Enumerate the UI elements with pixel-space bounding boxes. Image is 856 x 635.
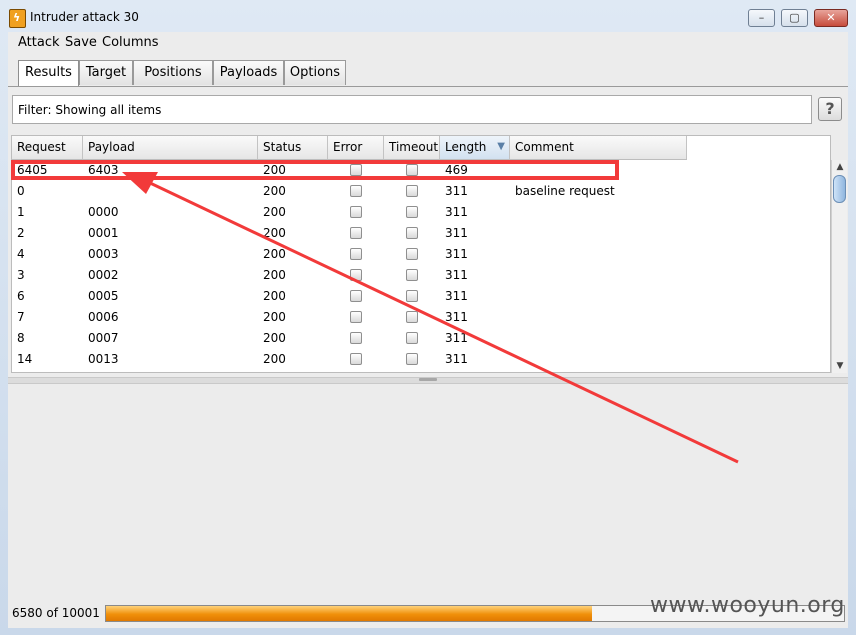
annotation-arrow xyxy=(122,172,739,464)
arrow-shaft xyxy=(147,180,739,464)
watermark: www.wooyun.org xyxy=(650,593,845,618)
